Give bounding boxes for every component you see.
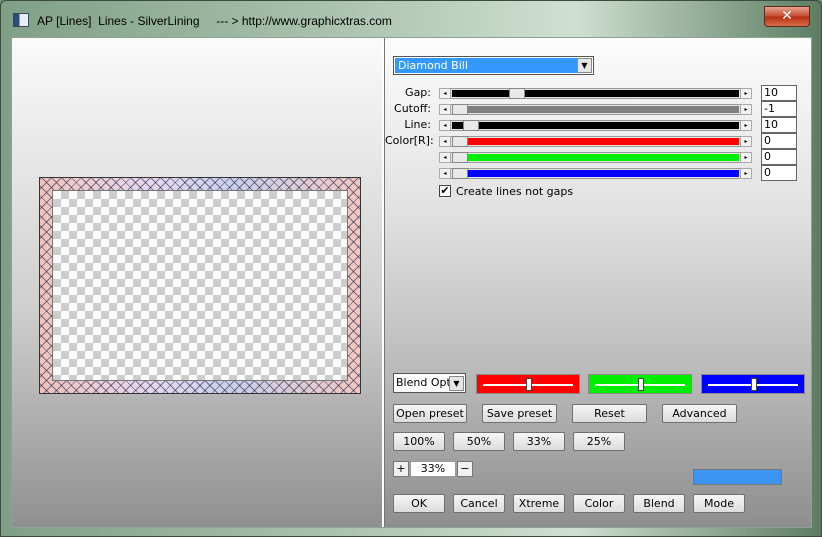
- slider-thumb[interactable]: [452, 168, 468, 179]
- arrow-left-icon[interactable]: ◂: [439, 104, 451, 115]
- client-area: Diamond Bill ▼ Gap: ◂ ▸ 10 Cutoff: ◂ ▸ -1 Line: ◂…: [11, 37, 812, 528]
- create-lines-checkbox[interactable]: ✔: [439, 185, 451, 197]
- slider-track[interactable]: ◂ ▸: [439, 136, 752, 147]
- slider-label: Cutoff:: [394, 102, 431, 115]
- window-title: AP [Lines] Lines - SilverLining --- > ht…: [37, 14, 392, 28]
- slider-fill: [452, 170, 739, 177]
- slider-fill: [452, 106, 739, 113]
- zoom-33-button[interactable]: 33%: [513, 432, 565, 451]
- arrow-right-icon[interactable]: ▸: [740, 88, 752, 99]
- chevron-down-icon[interactable]: ▼: [449, 376, 464, 391]
- ok-button[interactable]: OK: [393, 494, 445, 513]
- slider-thumb[interactable]: [452, 136, 468, 147]
- slider-knob[interactable]: [751, 378, 757, 391]
- slider-value-field[interactable]: 0: [761, 149, 797, 165]
- slider-thumb[interactable]: [463, 120, 479, 131]
- blend-blue-slider[interactable]: [701, 374, 805, 394]
- advanced-button[interactable]: Advanced: [662, 404, 737, 423]
- arrow-left-icon[interactable]: ◂: [439, 120, 451, 131]
- chevron-down-icon[interactable]: ▼: [577, 58, 592, 73]
- save-preset-button[interactable]: Save preset: [482, 404, 557, 423]
- arrow-right-icon[interactable]: ▸: [740, 104, 752, 115]
- zoom-100-button[interactable]: 100%: [393, 432, 445, 451]
- title-bar[interactable]: AP [Lines] Lines - SilverLining --- > ht…: [1, 1, 821, 35]
- create-lines-label: Create lines not gaps: [456, 184, 574, 198]
- arrow-right-icon[interactable]: ▸: [740, 152, 752, 163]
- blend-options-dropdown[interactable]: Blend Options ▼: [393, 373, 466, 393]
- blend-button[interactable]: Blend: [633, 494, 685, 513]
- xtreme-button[interactable]: Xtreme: [513, 494, 565, 513]
- slider-label: Gap:: [405, 86, 431, 99]
- slider-track[interactable]: ◂ ▸: [439, 120, 752, 131]
- mode-button[interactable]: Mode: [693, 494, 745, 513]
- preset-selected-value: Diamond Bill: [395, 58, 577, 73]
- zoom-in-button[interactable]: +: [393, 461, 409, 477]
- slider-label: Line:: [404, 118, 431, 131]
- slider-value-field[interactable]: -1: [761, 101, 797, 117]
- zoom-out-button[interactable]: −: [457, 461, 473, 477]
- transparent-area: [52, 190, 348, 381]
- preview-image: [39, 177, 361, 394]
- slider-thumb[interactable]: [452, 152, 468, 163]
- open-preset-button[interactable]: Open preset: [393, 404, 467, 423]
- arrow-left-icon[interactable]: ◂: [439, 152, 451, 163]
- slider-fill: [452, 154, 739, 161]
- preview-pane: [12, 38, 382, 527]
- slider-fill: [452, 122, 739, 129]
- slider-value-field[interactable]: 0: [761, 165, 797, 181]
- slider-track[interactable]: ◂ ▸: [439, 88, 752, 99]
- slider-label: Color[R]:: [385, 134, 434, 147]
- zoom-value: 33%: [410, 461, 456, 477]
- slider-value-field[interactable]: 10: [761, 85, 797, 101]
- reset-button[interactable]: Reset: [572, 404, 647, 423]
- slider-thumb[interactable]: [509, 88, 525, 99]
- arrow-left-icon[interactable]: ◂: [439, 168, 451, 179]
- create-lines-checkbox-row[interactable]: ✔ Create lines not gaps: [439, 184, 573, 198]
- slider-knob[interactable]: [526, 378, 532, 391]
- blend-green-slider[interactable]: [588, 374, 692, 394]
- slider-knob[interactable]: [638, 378, 644, 391]
- blend-red-slider[interactable]: [476, 374, 580, 394]
- arrow-right-icon[interactable]: ▸: [740, 136, 752, 147]
- preset-dropdown[interactable]: Diamond Bill ▼: [393, 56, 594, 75]
- color-swatch[interactable]: [693, 469, 782, 485]
- settings-pane: Diamond Bill ▼ Gap: ◂ ▸ 10 Cutoff: ◂ ▸ -1 Line: ◂…: [384, 38, 811, 527]
- window: AP [Lines] Lines - SilverLining --- > ht…: [0, 0, 822, 537]
- slider-thumb[interactable]: [452, 104, 468, 115]
- blend-options-value: Blend Options: [396, 376, 450, 389]
- color-button[interactable]: Color: [573, 494, 625, 513]
- close-button[interactable]: ✕: [764, 6, 810, 27]
- zoom-50-button[interactable]: 50%: [453, 432, 505, 451]
- slider-value-field[interactable]: 0: [761, 133, 797, 149]
- slider-fill: [452, 138, 739, 145]
- arrow-right-icon[interactable]: ▸: [740, 168, 752, 179]
- arrow-left-icon[interactable]: ◂: [439, 88, 451, 99]
- arrow-left-icon[interactable]: ◂: [439, 136, 451, 147]
- arrow-right-icon[interactable]: ▸: [740, 120, 752, 131]
- slider-value-field[interactable]: 10: [761, 117, 797, 133]
- slider-track[interactable]: ◂ ▸: [439, 104, 752, 115]
- slider-track[interactable]: ◂ ▸: [439, 152, 752, 163]
- slider-track[interactable]: ◂ ▸: [439, 168, 752, 179]
- slider-fill: [452, 90, 739, 97]
- zoom-25-button[interactable]: 25%: [573, 432, 625, 451]
- app-icon: [13, 13, 29, 27]
- cancel-button[interactable]: Cancel: [453, 494, 505, 513]
